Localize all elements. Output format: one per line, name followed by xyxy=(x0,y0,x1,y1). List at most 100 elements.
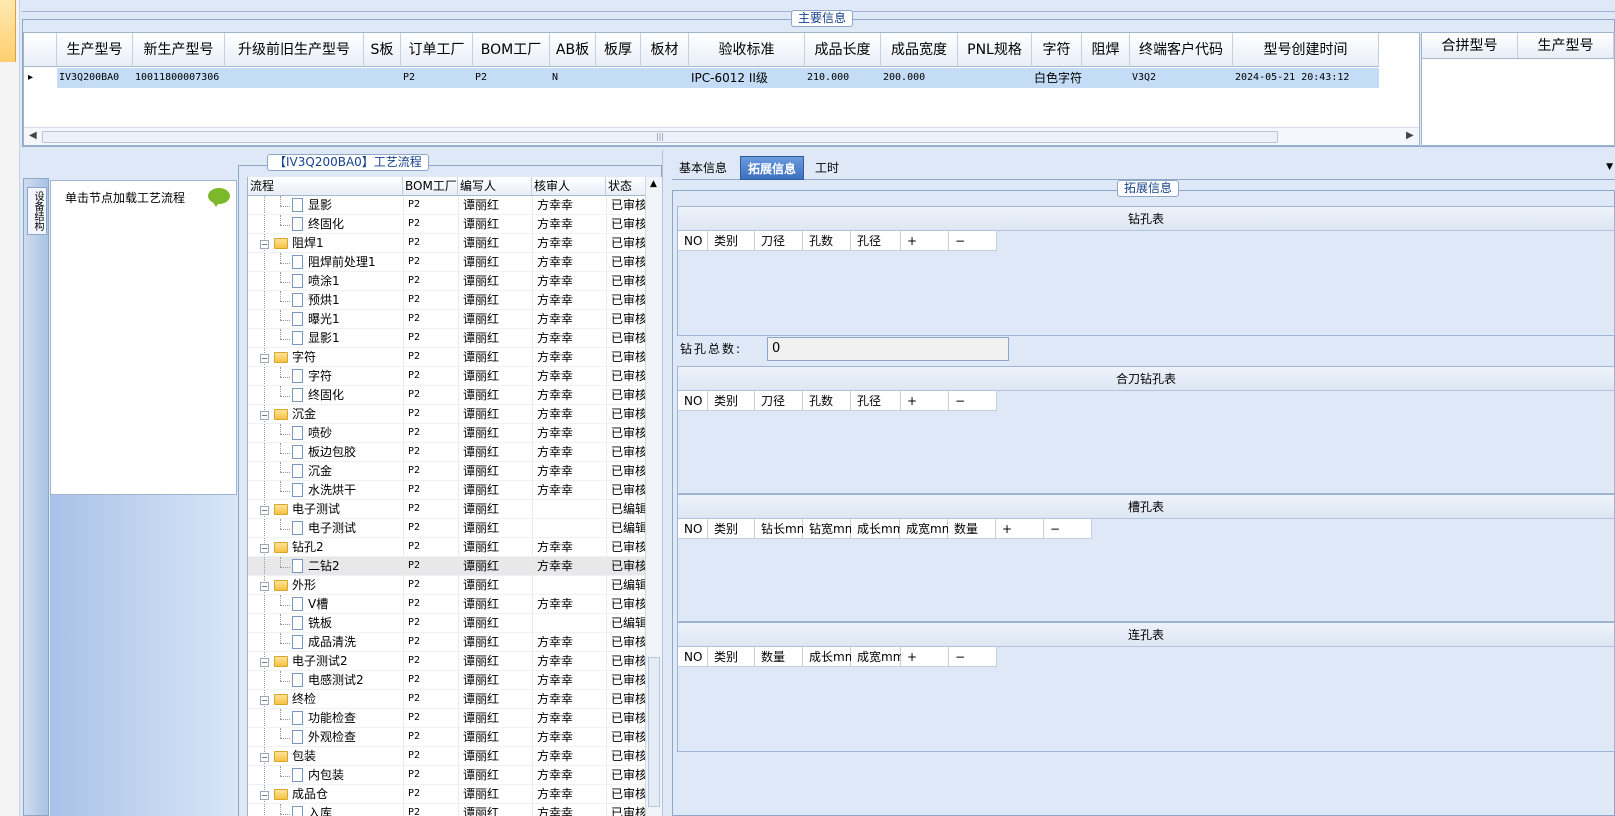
status-cell[interactable]: 已审核 xyxy=(606,595,646,613)
status-cell[interactable]: 已审核 xyxy=(606,405,646,423)
writer-cell[interactable]: 谭丽红 xyxy=(458,234,532,252)
reviewer-cell[interactable] xyxy=(532,614,606,632)
tree-node[interactable]: − 终检 xyxy=(248,690,403,708)
main-grid[interactable]: 生产型号 新生产型号 升级前旧生产型号 S板 订单工厂 BOM工厂 AB板 板厚 板材 验收标准成… xyxy=(23,32,1420,146)
bom-factory-cell[interactable]: P2 xyxy=(403,538,458,556)
status-cell[interactable]: 已审核 xyxy=(606,196,646,214)
status-cell[interactable]: 已审核 xyxy=(606,557,646,575)
tree-node[interactable]: − 成品仓 xyxy=(248,785,403,803)
add-row-button[interactable]: + xyxy=(996,519,1044,539)
column-header[interactable]: 类别 xyxy=(708,647,755,667)
scroll-thumb[interactable]: ||| xyxy=(42,131,1278,143)
bom-factory-cell[interactable]: P2 xyxy=(403,576,458,594)
reviewer-cell[interactable]: 方幸幸 xyxy=(532,253,606,271)
tree-node[interactable]: 电子测试 xyxy=(248,519,403,537)
reviewer-cell[interactable]: 方幸幸 xyxy=(532,329,606,347)
writer-cell[interactable]: 谭丽红 xyxy=(458,462,532,480)
status-cell[interactable]: 已审核 xyxy=(606,728,646,746)
status-cell[interactable]: 已审核 xyxy=(606,234,646,252)
list-item[interactable]: 喷砂 P2 谭丽红 方幸幸 已审核 xyxy=(248,424,662,443)
tree-node[interactable]: 终固化 xyxy=(248,386,403,404)
reviewer-cell[interactable]: 方幸幸 xyxy=(532,272,606,290)
reviewer-cell[interactable]: 方幸幸 xyxy=(532,785,606,803)
collapse-icon[interactable]: − xyxy=(260,582,269,591)
bom-factory-cell[interactable]: P2 xyxy=(403,728,458,746)
tree-node[interactable]: − 外形 xyxy=(248,576,403,594)
writer-cell[interactable]: 谭丽红 xyxy=(458,329,532,347)
tab-work-hours[interactable]: 工时 xyxy=(808,156,846,180)
table-cell[interactable] xyxy=(596,68,641,88)
writer-cell[interactable]: 谭丽红 xyxy=(458,538,532,556)
tab-extended-info[interactable]: 拓展信息 xyxy=(740,156,805,180)
reviewer-cell[interactable]: 方幸幸 xyxy=(532,595,606,613)
column-header[interactable]: 新生产型号 xyxy=(133,33,225,67)
table-cell[interactable]: 10011800007306 xyxy=(133,68,225,88)
writer-cell[interactable]: 谭丽红 xyxy=(458,310,532,328)
writer-cell[interactable]: 谭丽红 xyxy=(458,386,532,404)
collapse-icon[interactable]: − xyxy=(260,354,269,363)
column-header[interactable]: 钻长mm xyxy=(755,519,808,539)
remove-row-button[interactable]: − xyxy=(949,647,997,667)
writer-cell[interactable]: 谭丽红 xyxy=(458,424,532,442)
bom-factory-cell[interactable]: P2 xyxy=(403,595,458,613)
column-header[interactable]: 成品长度 xyxy=(805,33,881,67)
reviewer-cell[interactable]: 方幸幸 xyxy=(532,405,606,423)
list-item[interactable]: 内包装 P2 谭丽红 方幸幸 已审核 xyxy=(248,766,662,785)
status-cell[interactable]: 已编辑 xyxy=(606,500,646,518)
list-item[interactable]: − 外形 P2 谭丽红 已编辑 xyxy=(248,576,662,595)
tree-node[interactable]: − 包装 xyxy=(248,747,403,765)
table-cell[interactable]: V3Q2 xyxy=(1130,68,1233,88)
column-header[interactable]: NO xyxy=(678,519,708,539)
list-item[interactable]: 预烘1 P2 谭丽红 方幸幸 已审核 xyxy=(248,291,662,310)
writer-cell[interactable]: 谭丽红 xyxy=(458,652,532,670)
column-header[interactable]: 孔径 xyxy=(851,391,901,411)
status-cell[interactable]: 已审核 xyxy=(606,253,646,271)
bom-factory-cell[interactable]: P2 xyxy=(403,196,458,214)
panel-splitter[interactable] xyxy=(662,150,672,816)
column-header[interactable]: 生产型号 xyxy=(1518,33,1614,58)
table-row[interactable]: ▸ IV3Q200BA0 10011800007306 P2 P2 N IPC-6012 I… xyxy=(24,68,1379,88)
column-header[interactable]: 成长mm xyxy=(851,519,904,539)
column-header[interactable]: 钻宽mm xyxy=(803,519,856,539)
column-header[interactable]: 数量 xyxy=(948,519,996,539)
writer-cell[interactable]: 谭丽红 xyxy=(458,272,532,290)
tree-node[interactable]: 铣板 xyxy=(248,614,403,632)
list-item[interactable]: 入库 P2 谭丽红 方幸幸 已审核 xyxy=(248,804,662,816)
status-cell[interactable]: 已审核 xyxy=(606,386,646,404)
status-cell[interactable]: 已审核 xyxy=(606,462,646,480)
reviewer-cell[interactable]: 方幸幸 xyxy=(532,424,606,442)
writer-cell[interactable]: 谭丽红 xyxy=(458,766,532,784)
tree-node[interactable]: 喷涂1 xyxy=(248,272,403,290)
list-item[interactable]: 喷涂1 P2 谭丽红 方幸幸 已审核 xyxy=(248,272,662,291)
tree-node[interactable]: 电感测试2 xyxy=(248,671,403,689)
column-header[interactable]: 孔径 xyxy=(851,231,901,251)
bom-factory-cell[interactable]: P2 xyxy=(403,443,458,461)
reviewer-cell[interactable]: 方幸幸 xyxy=(532,462,606,480)
tree-node[interactable]: 终固化 xyxy=(248,215,403,233)
bom-factory-cell[interactable]: P2 xyxy=(403,348,458,366)
writer-cell[interactable]: 谭丽红 xyxy=(458,291,532,309)
bom-factory-cell[interactable]: P2 xyxy=(403,557,458,575)
column-header[interactable]: 阻焊 xyxy=(1082,33,1130,67)
list-item[interactable]: 字符 P2 谭丽红 方幸幸 已审核 xyxy=(248,367,662,386)
list-item[interactable]: 阻焊前处理1 P2 谭丽红 方幸幸 已审核 xyxy=(248,253,662,272)
bom-factory-cell[interactable]: P2 xyxy=(403,291,458,309)
add-row-button[interactable]: + xyxy=(901,647,949,667)
writer-cell[interactable]: 谭丽红 xyxy=(458,747,532,765)
collapse-icon[interactable]: − xyxy=(260,544,269,553)
status-cell[interactable]: 已编辑 xyxy=(606,519,646,537)
bom-factory-cell[interactable]: P2 xyxy=(403,690,458,708)
bom-factory-cell[interactable]: P2 xyxy=(403,234,458,252)
status-cell[interactable]: 已编辑 xyxy=(606,576,646,594)
bom-factory-cell[interactable]: P2 xyxy=(403,367,458,385)
column-header[interactable]: 字符 xyxy=(1032,33,1082,67)
status-cell[interactable]: 已审核 xyxy=(606,709,646,727)
list-item[interactable]: 曝光1 P2 谭丽红 方幸幸 已审核 xyxy=(248,310,662,329)
writer-cell[interactable]: 谭丽红 xyxy=(458,690,532,708)
column-header[interactable]: 类别 xyxy=(708,231,755,251)
status-cell[interactable]: 已审核 xyxy=(606,443,646,461)
column-header[interactable]: 编写人 xyxy=(458,177,532,195)
column-header[interactable]: 流程 xyxy=(248,177,403,195)
writer-cell[interactable]: 谭丽红 xyxy=(458,519,532,537)
status-cell[interactable]: 已审核 xyxy=(606,215,646,233)
